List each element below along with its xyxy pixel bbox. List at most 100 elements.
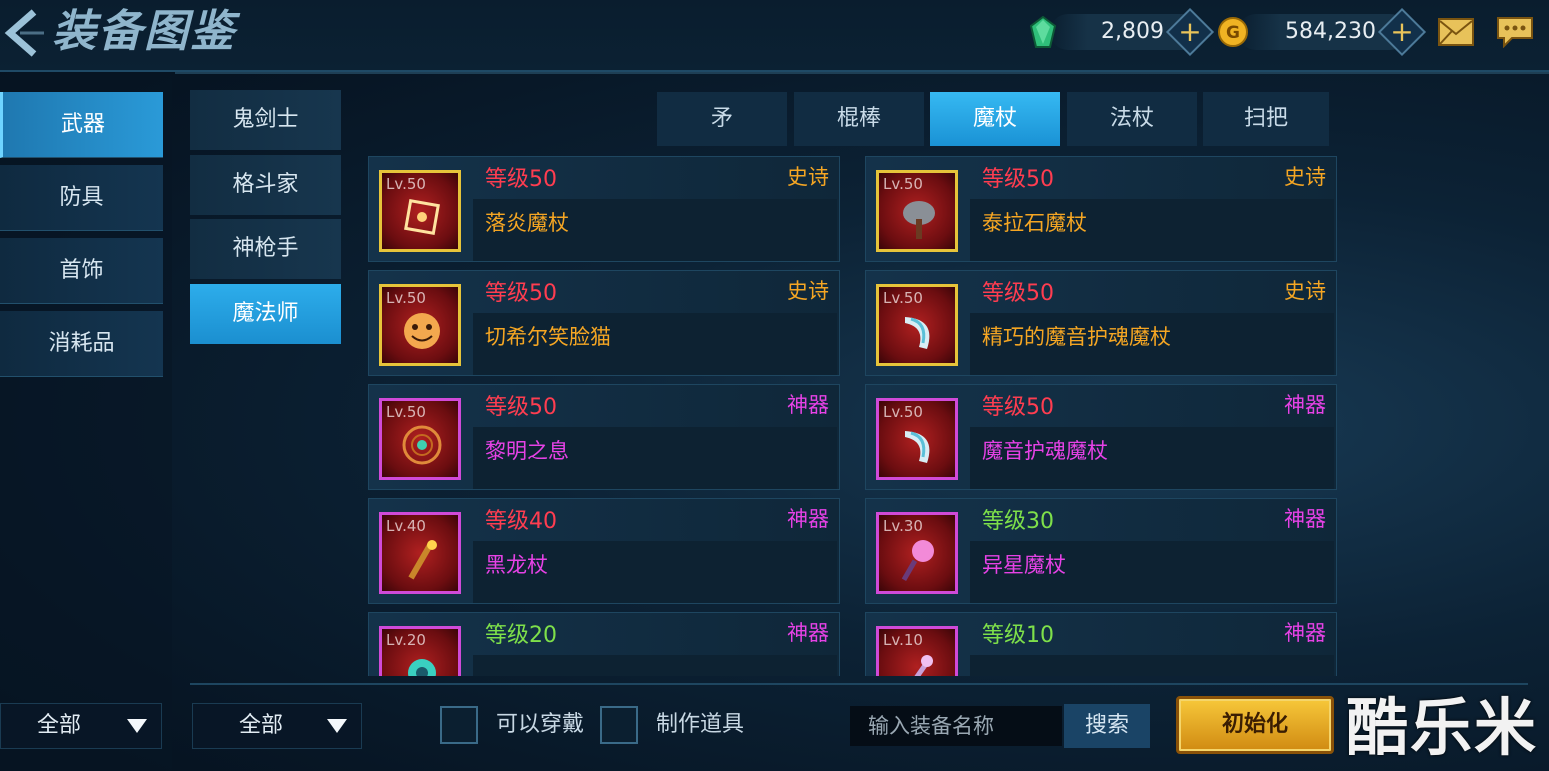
item-card[interactable]: Lv.50 等级50 史诗落炎魔杖 xyxy=(368,156,840,262)
item-card[interactable]: Lv.10 等级10 神器 xyxy=(865,612,1337,676)
item-level-badge: Lv.50 xyxy=(883,289,923,307)
gem-amount: 2,809 xyxy=(1101,19,1164,44)
item-name: 精巧的魔音护魂魔杖 xyxy=(982,325,1171,349)
item-icon-frame: Lv.50 xyxy=(876,170,958,252)
item-level: 等级50 xyxy=(982,281,1054,306)
chat-icon[interactable] xyxy=(1496,16,1534,49)
plus-icon: + xyxy=(1178,15,1202,48)
item-level-badge: Lv.50 xyxy=(386,403,426,421)
class-fighter[interactable]: 格斗家 xyxy=(190,155,341,215)
item-level-badge: Lv.30 xyxy=(883,517,923,535)
item-name-bar xyxy=(970,655,1334,676)
gem-staff-icon xyxy=(408,659,436,676)
dropdown-arrow-icon xyxy=(327,719,347,733)
orb-ring-icon xyxy=(402,425,442,465)
item-level: 等级50 xyxy=(485,167,557,192)
item-rarity: 神器 xyxy=(787,621,829,645)
item-level: 等级50 xyxy=(982,395,1054,420)
item-name: 黑龙杖 xyxy=(485,553,548,577)
item-name: 落炎魔杖 xyxy=(485,211,569,235)
item-name: 泰拉石魔杖 xyxy=(982,211,1087,235)
item-card[interactable]: Lv.50 等级50 史诗 切希尔笑脸猫 xyxy=(368,270,840,376)
category-weapon[interactable]: 武器 xyxy=(0,92,163,158)
item-rarity: 神器 xyxy=(1284,393,1326,417)
item-card[interactable]: Lv.50 等级50 神器魔音护魂魔杖 xyxy=(865,384,1337,490)
gem-icon xyxy=(1029,15,1057,48)
category-accessory[interactable]: 首饰 xyxy=(0,238,163,304)
class-filter-dropdown[interactable]: 全部 xyxy=(192,703,362,749)
wand-icon xyxy=(904,655,933,676)
item-level: 等级20 xyxy=(485,623,557,648)
item-card[interactable]: Lv.50 等级50 神器 黎明之息 xyxy=(368,384,840,490)
item-rarity: 史诗 xyxy=(1284,165,1326,189)
tab-staff[interactable]: 法杖 xyxy=(1067,92,1197,146)
item-level-badge: Lv.50 xyxy=(386,289,426,307)
item-rarity: 神器 xyxy=(1284,621,1326,645)
item-level: 等级50 xyxy=(485,281,557,306)
item-card[interactable]: Lv.20 等级20 神器 xyxy=(368,612,840,676)
tab-club[interactable]: 棍棒 xyxy=(794,92,924,146)
search-input[interactable] xyxy=(850,706,1062,746)
category-armor[interactable]: 防具 xyxy=(0,165,163,231)
gold-coin-icon: G xyxy=(1218,17,1248,47)
class-gunner[interactable]: 神枪手 xyxy=(190,219,341,279)
item-icon-frame: Lv.50 xyxy=(379,398,461,480)
wearable-checkbox[interactable] xyxy=(440,706,478,744)
mail-icon[interactable] xyxy=(1438,18,1474,46)
item-level-badge: Lv.10 xyxy=(883,631,923,649)
item-icon-frame: Lv.50 xyxy=(379,170,461,252)
item-level-badge: Lv.50 xyxy=(883,175,923,193)
item-name: 切希尔笑脸猫 xyxy=(485,325,611,349)
item-rarity: 神器 xyxy=(1284,507,1326,531)
item-name: 黎明之息 xyxy=(485,439,569,463)
item-level: 等级10 xyxy=(982,623,1054,648)
dragon-staff-icon xyxy=(408,540,437,580)
back-arrow-icon[interactable] xyxy=(0,6,50,60)
item-icon-frame: Lv.20 xyxy=(379,626,461,676)
item-icon-frame: Lv.50 xyxy=(379,284,461,366)
class-filter-value: 全部 xyxy=(239,713,284,738)
wearable-label: 可以穿戴 xyxy=(496,712,585,737)
item-name: 魔音护魂魔杖 xyxy=(982,439,1108,463)
item-rarity: 神器 xyxy=(787,507,829,531)
horn-staff-icon xyxy=(905,317,930,349)
svg-text:G: G xyxy=(1226,23,1240,43)
search-button[interactable]: 搜索 xyxy=(1064,704,1150,748)
item-icon-frame: Lv.40 xyxy=(379,512,461,594)
star-staff-icon xyxy=(901,540,934,581)
item-rarity: 神器 xyxy=(787,393,829,417)
gold-currency: G 584,230 + xyxy=(1218,0,1427,64)
craftable-checkbox[interactable] xyxy=(600,706,638,744)
category-filter-dropdown[interactable]: 全部 xyxy=(0,703,162,749)
gold-amount: 584,230 xyxy=(1285,19,1376,44)
watermark: 酷乐米 xyxy=(1346,691,1539,764)
class-mage[interactable]: 魔法师 xyxy=(190,284,341,344)
divider xyxy=(190,683,1528,685)
horn-staff-icon xyxy=(905,431,930,463)
item-level: 等级50 xyxy=(982,167,1054,192)
item-card[interactable]: Lv.30 等级30 神器异星魔杖 xyxy=(865,498,1337,604)
item-card[interactable]: Lv.40 等级40 神器 黑龙杖 xyxy=(368,498,840,604)
item-card[interactable]: Lv.50 等级50 史诗精巧的魔音护魂魔杖 xyxy=(865,270,1337,376)
item-rarity: 史诗 xyxy=(1284,279,1326,303)
item-icon-frame: Lv.50 xyxy=(876,284,958,366)
tab-broom[interactable]: 扫把 xyxy=(1203,92,1329,146)
stone-staff-icon xyxy=(903,201,935,239)
item-level-badge: Lv.50 xyxy=(386,175,426,193)
page-title: 装备图鉴 xyxy=(52,6,236,57)
item-list[interactable]: Lv.50 等级50 史诗 落炎魔杖 Lv.50 等级50 史诗 泰拉石魔杖 Lv.50 等级50… xyxy=(368,156,1343,676)
tab-spear[interactable]: 矛 xyxy=(657,92,787,146)
reset-button[interactable]: 初始化 xyxy=(1176,696,1334,754)
item-icon-frame: Lv.10 xyxy=(876,626,958,676)
item-level: 等级30 xyxy=(982,509,1054,534)
cat-face-icon xyxy=(404,313,440,349)
item-card[interactable]: Lv.50 等级50 史诗泰拉石魔杖 xyxy=(865,156,1337,262)
item-icon-frame: Lv.50 xyxy=(876,398,958,480)
item-level-badge: Lv.20 xyxy=(386,631,426,649)
category-consumable[interactable]: 消耗品 xyxy=(0,311,163,377)
item-rarity: 史诗 xyxy=(787,165,829,189)
class-slayer[interactable]: 鬼剑士 xyxy=(190,90,341,150)
item-icon-frame: Lv.30 xyxy=(876,512,958,594)
tab-wand[interactable]: 魔杖 xyxy=(930,92,1060,146)
item-name: 异星魔杖 xyxy=(982,553,1066,577)
